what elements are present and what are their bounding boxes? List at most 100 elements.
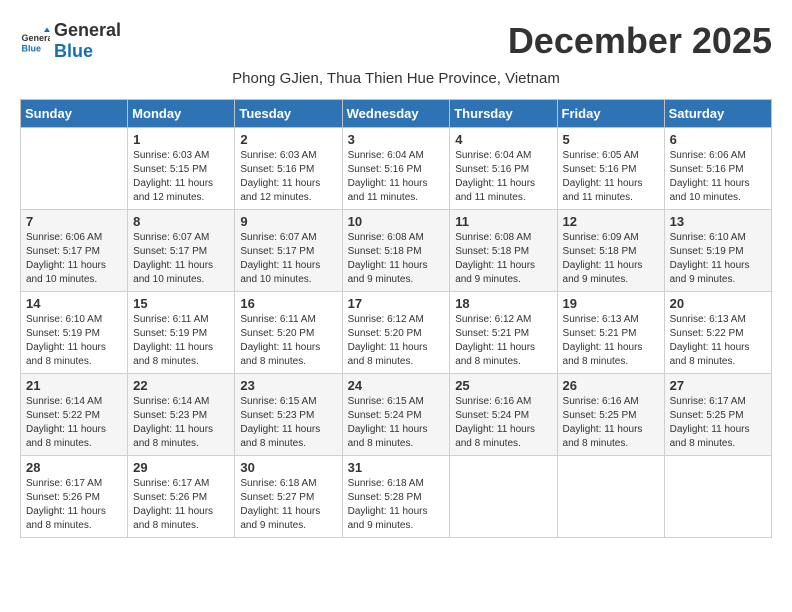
calendar-cell: 7 Sunrise: 6:06 AM Sunset: 5:17 PM Daylig…	[21, 210, 128, 292]
calendar-cell: 17Sunrise: 6:12 AM Sunset: 5:20 PM Dayli…	[342, 292, 450, 374]
day-detail: Sunrise: 6:18 AM Sunset: 5:27 PM Dayligh…	[240, 477, 336, 533]
day-detail: Sunrise: 6:13 AM Sunset: 5:21 PM Dayligh…	[563, 313, 659, 369]
svg-text:General: General	[22, 33, 51, 43]
day-detail: Sunrise: 6:17 AM Sunset: 5:26 PM Dayligh…	[133, 477, 229, 533]
day-number: 9	[240, 214, 336, 229]
day-detail: Sunrise: 6:03 AM Sunset: 5:15 PM Dayligh…	[133, 149, 229, 205]
day-detail: Sunrise: 6:11 AM Sunset: 5:19 PM Dayligh…	[133, 313, 229, 369]
day-detail: Sunrise: 6:18 AM Sunset: 5:28 PM Dayligh…	[348, 477, 445, 533]
calendar-week-row: 7 Sunrise: 6:06 AM Sunset: 5:17 PM Daylig…	[21, 210, 772, 292]
calendar-week-row: 21Sunrise: 6:14 AM Sunset: 5:22 PM Dayli…	[21, 374, 772, 456]
weekday-header-monday: Monday	[128, 100, 235, 128]
calendar-cell: 23 Sunrise: 6:15 AM Sunset: 5:23 PM Dayli…	[235, 374, 342, 456]
calendar-cell: 20 Sunrise: 6:13 AM Sunset: 5:22 PM Dayli…	[664, 292, 771, 374]
day-detail: Sunrise: 6:07 AM Sunset: 5:17 PM Dayligh…	[133, 231, 229, 287]
day-detail: Sunrise: 6:04 AM Sunset: 5:16 PM Dayligh…	[455, 149, 551, 205]
day-detail: Sunrise: 6:08 AM Sunset: 5:18 PM Dayligh…	[455, 231, 551, 287]
day-number: 23	[240, 378, 336, 393]
calendar-cell: 10 Sunrise: 6:08 AM Sunset: 5:18 PM Dayli…	[342, 210, 450, 292]
day-number: 7	[26, 214, 122, 229]
day-number: 1	[133, 132, 229, 147]
calendar-cell	[450, 456, 557, 538]
day-number: 6	[670, 132, 766, 147]
day-number: 14	[26, 296, 122, 311]
weekday-header-tuesday: Tuesday	[235, 100, 342, 128]
day-number: 24	[348, 378, 445, 393]
day-number: 21	[26, 378, 122, 393]
calendar-cell: 3 Sunrise: 6:04 AM Sunset: 5:16 PM Daylig…	[342, 128, 450, 210]
logo-icon: General Blue	[20, 26, 50, 56]
day-detail: Sunrise: 6:08 AM Sunset: 5:18 PM Dayligh…	[348, 231, 445, 287]
day-detail: Sunrise: 6:04 AM Sunset: 5:16 PM Dayligh…	[348, 149, 445, 205]
calendar-cell: 31Sunrise: 6:18 AM Sunset: 5:28 PM Dayli…	[342, 456, 450, 538]
day-number: 11	[455, 214, 551, 229]
calendar-cell: 15 Sunrise: 6:11 AM Sunset: 5:19 PM Dayli…	[128, 292, 235, 374]
calendar-week-row: 28 Sunrise: 6:17 AM Sunset: 5:26 PM Dayli…	[21, 456, 772, 538]
day-number: 2	[240, 132, 336, 147]
calendar-cell: 14 Sunrise: 6:10 AM Sunset: 5:19 PM Dayli…	[21, 292, 128, 374]
calendar-cell: 26 Sunrise: 6:16 AM Sunset: 5:25 PM Dayli…	[557, 374, 664, 456]
day-detail: Sunrise: 6:03 AM Sunset: 5:16 PM Dayligh…	[240, 149, 336, 205]
day-detail: Sunrise: 6:12 AM Sunset: 5:21 PM Dayligh…	[455, 313, 551, 369]
calendar-cell: 4 Sunrise: 6:04 AM Sunset: 5:16 PM Daylig…	[450, 128, 557, 210]
day-number: 29	[133, 460, 229, 475]
calendar-table: SundayMondayTuesdayWednesdayThursdayFrid…	[20, 99, 772, 538]
day-number: 27	[670, 378, 766, 393]
logo-blue-text: Blue	[54, 41, 93, 61]
weekday-header-friday: Friday	[557, 100, 664, 128]
calendar-cell: 16 Sunrise: 6:11 AM Sunset: 5:20 PM Dayli…	[235, 292, 342, 374]
day-detail: Sunrise: 6:16 AM Sunset: 5:25 PM Dayligh…	[563, 395, 659, 451]
calendar-cell: 30 Sunrise: 6:18 AM Sunset: 5:27 PM Dayli…	[235, 456, 342, 538]
calendar-week-row: 1 Sunrise: 6:03 AM Sunset: 5:15 PM Daylig…	[21, 128, 772, 210]
calendar-cell	[21, 128, 128, 210]
calendar-cell: 9 Sunrise: 6:07 AM Sunset: 5:17 PM Daylig…	[235, 210, 342, 292]
day-detail: Sunrise: 6:06 AM Sunset: 5:16 PM Dayligh…	[670, 149, 766, 205]
calendar-week-row: 14 Sunrise: 6:10 AM Sunset: 5:19 PM Dayli…	[21, 292, 772, 374]
day-number: 26	[563, 378, 659, 393]
day-detail: Sunrise: 6:14 AM Sunset: 5:23 PM Dayligh…	[133, 395, 229, 451]
logo: General Blue General Blue	[20, 20, 121, 62]
calendar-cell: 24Sunrise: 6:15 AM Sunset: 5:24 PM Dayli…	[342, 374, 450, 456]
weekday-header-wednesday: Wednesday	[342, 100, 450, 128]
day-number: 28	[26, 460, 122, 475]
day-detail: Sunrise: 6:11 AM Sunset: 5:20 PM Dayligh…	[240, 313, 336, 369]
logo-general-text: General	[54, 20, 121, 40]
calendar-cell: 6 Sunrise: 6:06 AM Sunset: 5:16 PM Daylig…	[664, 128, 771, 210]
calendar-cell: 19 Sunrise: 6:13 AM Sunset: 5:21 PM Dayli…	[557, 292, 664, 374]
calendar-cell: 29 Sunrise: 6:17 AM Sunset: 5:26 PM Dayli…	[128, 456, 235, 538]
day-number: 19	[563, 296, 659, 311]
day-number: 16	[240, 296, 336, 311]
day-number: 4	[455, 132, 551, 147]
calendar-cell: 8Sunrise: 6:07 AM Sunset: 5:17 PM Daylig…	[128, 210, 235, 292]
day-number: 12	[563, 214, 659, 229]
calendar-cell: 28Sunrise: 6:17 AM Sunset: 5:26 PM Dayli…	[21, 456, 128, 538]
calendar-cell: 21Sunrise: 6:14 AM Sunset: 5:22 PM Dayli…	[21, 374, 128, 456]
day-detail: Sunrise: 6:10 AM Sunset: 5:19 PM Dayligh…	[26, 313, 122, 369]
day-number: 25	[455, 378, 551, 393]
calendar-cell: 1 Sunrise: 6:03 AM Sunset: 5:15 PM Daylig…	[128, 128, 235, 210]
day-number: 10	[348, 214, 445, 229]
day-number: 13	[670, 214, 766, 229]
calendar-cell: 2 Sunrise: 6:03 AM Sunset: 5:16 PM Daylig…	[235, 128, 342, 210]
day-detail: Sunrise: 6:09 AM Sunset: 5:18 PM Dayligh…	[563, 231, 659, 287]
calendar-cell: 27Sunrise: 6:17 AM Sunset: 5:25 PM Dayli…	[664, 374, 771, 456]
calendar-cell: 18Sunrise: 6:12 AM Sunset: 5:21 PM Dayli…	[450, 292, 557, 374]
calendar-cell: 5Sunrise: 6:05 AM Sunset: 5:16 PM Daylig…	[557, 128, 664, 210]
day-number: 15	[133, 296, 229, 311]
day-detail: Sunrise: 6:12 AM Sunset: 5:20 PM Dayligh…	[348, 313, 445, 369]
day-number: 3	[348, 132, 445, 147]
day-detail: Sunrise: 6:07 AM Sunset: 5:17 PM Dayligh…	[240, 231, 336, 287]
day-detail: Sunrise: 6:13 AM Sunset: 5:22 PM Dayligh…	[670, 313, 766, 369]
day-number: 30	[240, 460, 336, 475]
calendar-cell	[664, 456, 771, 538]
svg-text:Blue: Blue	[22, 44, 42, 54]
day-number: 5	[563, 132, 659, 147]
calendar-cell: 22Sunrise: 6:14 AM Sunset: 5:23 PM Dayli…	[128, 374, 235, 456]
day-detail: Sunrise: 6:06 AM Sunset: 5:17 PM Dayligh…	[26, 231, 122, 287]
calendar-cell: 11 Sunrise: 6:08 AM Sunset: 5:18 PM Dayli…	[450, 210, 557, 292]
page-header: General Blue General Blue December 2025	[20, 20, 772, 62]
weekday-header-sunday: Sunday	[21, 100, 128, 128]
day-number: 20	[670, 296, 766, 311]
weekday-header-thursday: Thursday	[450, 100, 557, 128]
day-detail: Sunrise: 6:15 AM Sunset: 5:23 PM Dayligh…	[240, 395, 336, 451]
